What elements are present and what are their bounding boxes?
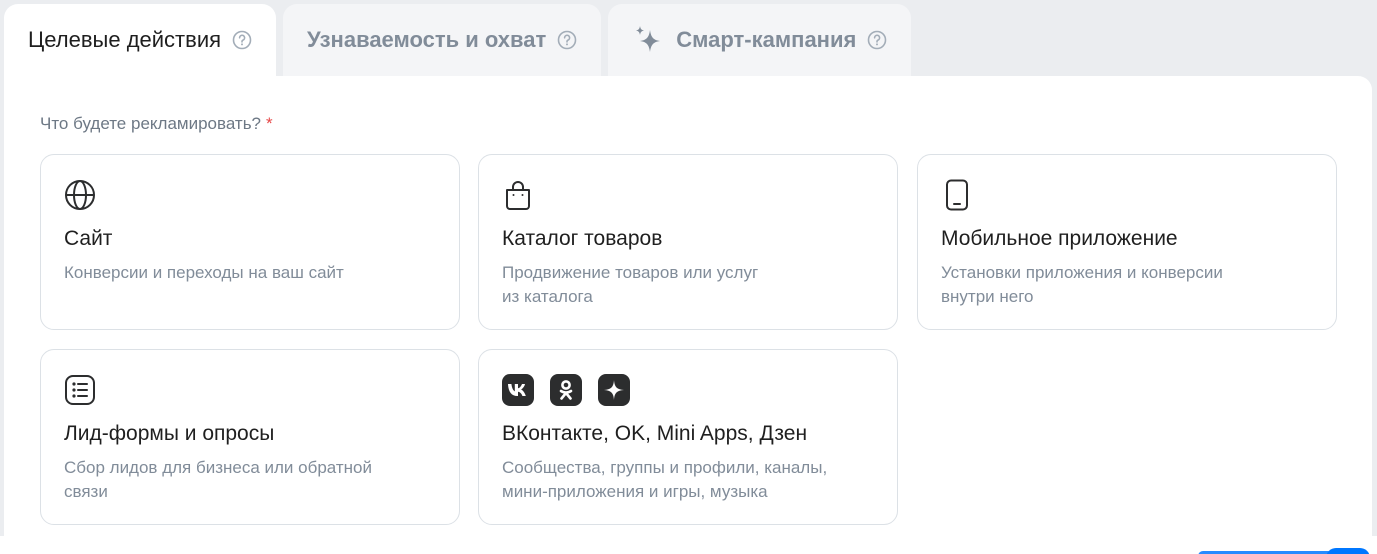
tab-label: Смарт-кампания	[676, 27, 857, 52]
tab-awareness-reach[interactable]: Узнаваемость и охват	[283, 4, 602, 76]
card-description: Установки приложения и конверсии внутри …	[941, 263, 1223, 306]
tab-smart-campaign[interactable]: Смарт-кампания	[608, 4, 912, 76]
ad-objective-screen: Целевые действия Узнаваемость и охват См…	[0, 0, 1377, 554]
list-form-icon	[65, 375, 95, 405]
objective-card-catalog[interactable]: Каталог товаров Продвижение товаров или …	[478, 154, 898, 330]
help-icon[interactable]	[232, 30, 252, 50]
card-title: Каталог товаров	[502, 227, 663, 250]
bottom-bar	[0, 536, 1377, 554]
objective-panel: Что будете рекламировать? * Сайт Конверси…	[4, 76, 1372, 536]
vk-logo-icon	[502, 374, 534, 406]
required-mark: *	[266, 114, 273, 133]
card-title: Мобильное приложение	[941, 227, 1178, 250]
help-icon[interactable]	[867, 30, 887, 50]
objective-card-lead-forms[interactable]: Лид-формы и опросы Сбор лидов для бизнес…	[40, 349, 460, 525]
card-icon	[502, 179, 534, 211]
tab-label: Узнаваемость и охват	[307, 27, 547, 52]
card-title: Сайт	[64, 227, 113, 250]
campaign-type-tabs: Целевые действия Узнаваемость и охват См…	[4, 4, 912, 76]
objective-card-mobile-app[interactable]: Мобильное приложение Установки приложени…	[917, 154, 1337, 330]
shopping-bag-icon	[506, 181, 530, 210]
card-icon	[941, 179, 973, 211]
card-description: Конверсии и переходы на ваш сайт	[64, 263, 344, 282]
sparkle-icon	[632, 24, 664, 56]
objective-card-vk-ecosystem[interactable]: ВКонтакте, OK, Mini Apps, Дзен Сообществ…	[478, 349, 898, 525]
card-icon	[502, 374, 630, 406]
objective-card-website[interactable]: Сайт Конверсии и переходы на ваш сайт	[40, 154, 460, 330]
question-text: Что будете рекламировать?	[40, 114, 262, 133]
tab-target-actions[interactable]: Целевые действия	[4, 4, 277, 76]
card-description: Продвижение товаров или услуг из каталог…	[502, 263, 759, 306]
card-icon	[64, 374, 96, 406]
ok-logo-icon	[550, 374, 582, 406]
card-description: Сообщества, группы и профили, каналы, ми…	[502, 458, 828, 501]
card-title: ВКонтакте, OK, Mini Apps, Дзен	[502, 422, 808, 445]
tab-label: Целевые действия	[28, 27, 222, 52]
round-action-button-edge[interactable]	[1326, 548, 1370, 554]
card-icon	[64, 179, 96, 211]
smartphone-icon	[946, 179, 968, 211]
card-description: Сбор лидов для бизнеса или обратной связ…	[64, 458, 372, 501]
dzen-logo-icon	[598, 374, 630, 406]
globe-icon	[65, 180, 95, 210]
help-icon[interactable]	[557, 30, 577, 50]
question-label: Что будете рекламировать? *	[40, 114, 273, 134]
card-title: Лид-формы и опросы	[64, 422, 275, 445]
